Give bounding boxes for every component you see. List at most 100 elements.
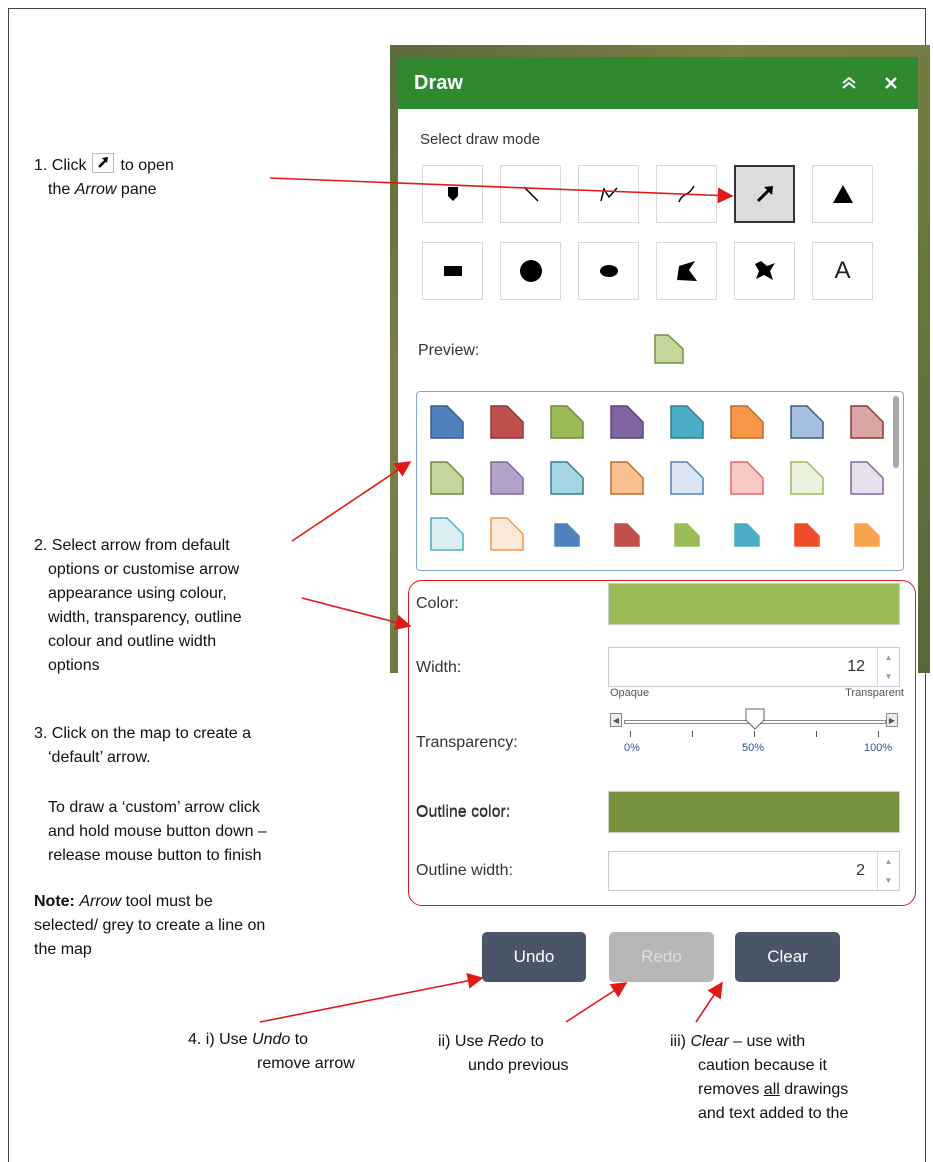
symbol-swatch[interactable] <box>549 516 585 552</box>
step3-custom-line: release mouse button to finish <box>48 847 262 864</box>
symbol-swatch[interactable] <box>669 516 705 552</box>
symbol-swatch[interactable] <box>849 460 885 496</box>
symbol-swatch[interactable] <box>729 460 765 496</box>
properties-highlight <box>408 580 916 906</box>
preview-swatch <box>654 334 684 364</box>
symbol-swatch[interactable] <box>849 404 885 440</box>
select-draw-mode-label: Select draw mode <box>420 131 541 148</box>
polygon-icon <box>676 261 697 281</box>
symbol-swatch[interactable] <box>429 404 465 440</box>
note-line: the map <box>34 941 92 958</box>
ellipse-icon <box>599 265 618 277</box>
step4iii-line: caution because it <box>698 1057 827 1074</box>
step4-redo-text: ii) Use Redo to undo previous <box>438 1030 569 1078</box>
step4iii-line: and text added to the <box>698 1105 849 1122</box>
symbol-gallery <box>416 391 904 571</box>
gallery-scrollbar[interactable] <box>893 396 899 468</box>
mode-freehand-polygon-button[interactable] <box>734 242 795 300</box>
step2-line: options <box>48 657 100 674</box>
step4-line: remove arrow <box>257 1055 355 1072</box>
panel-header: Draw <box>398 57 918 109</box>
symbol-swatch[interactable] <box>729 404 765 440</box>
step2-line: width, transparency, outline <box>48 609 242 626</box>
mode-polygon-button[interactable] <box>656 242 717 300</box>
mode-triangle-button[interactable] <box>812 165 873 223</box>
close-icon[interactable] <box>880 72 902 94</box>
step3-line: ‘default’ arrow. <box>48 749 151 766</box>
step4iii-all-word: all <box>763 1081 780 1098</box>
text-icon: A <box>834 257 851 284</box>
mode-point-button[interactable] <box>422 165 483 223</box>
redo-button[interactable]: Redo <box>609 932 714 982</box>
mode-circle-button[interactable] <box>500 242 561 300</box>
symbol-swatch[interactable] <box>609 404 645 440</box>
step2-line: appearance using colour, <box>48 585 227 602</box>
symbol-swatch[interactable] <box>489 460 525 496</box>
double-chevron-up-icon[interactable] <box>838 72 860 94</box>
step1-the: the <box>48 181 75 198</box>
mode-ellipse-button[interactable] <box>578 242 639 300</box>
polyline-icon <box>599 187 618 202</box>
arrow-icon <box>756 186 773 203</box>
step4iii-clear-word: Clear <box>690 1033 729 1050</box>
step2-line: 2. Select arrow from default <box>34 537 230 554</box>
symbol-swatch[interactable] <box>429 460 465 496</box>
step4iii-line: drawings <box>779 1081 849 1098</box>
step1-text: 1. Click to open the Arrow pane <box>34 153 174 202</box>
mode-freehand-line-button[interactable] <box>656 165 717 223</box>
step1-to-open: to open <box>120 157 174 174</box>
step4iii-rest: – use with <box>728 1033 806 1050</box>
step2-line: colour and outline width <box>48 633 217 650</box>
mode-rectangle-button[interactable] <box>422 242 483 300</box>
symbol-swatch[interactable] <box>669 460 705 496</box>
mode-line-button[interactable] <box>500 165 561 223</box>
arrow-icon <box>92 153 115 173</box>
symbol-swatch[interactable] <box>609 460 645 496</box>
symbol-swatch[interactable] <box>789 460 825 496</box>
triangle-icon <box>832 185 853 203</box>
step3-line: 3. Click on the map to create a <box>34 725 251 742</box>
step4-prefix: 4. i) Use <box>188 1031 253 1048</box>
mode-polyline-button[interactable] <box>578 165 639 223</box>
rectangle-icon <box>443 266 462 276</box>
symbol-grid <box>429 404 903 552</box>
step4ii-prefix: ii) Use <box>438 1033 488 1050</box>
panel-title: Draw <box>414 71 463 94</box>
freehand-line-icon <box>677 185 695 203</box>
line-icon <box>522 186 539 202</box>
mode-arrow-button[interactable] <box>734 165 795 223</box>
note-text: Note: Arrow tool must be selected/ grey … <box>34 890 265 962</box>
symbol-swatch[interactable] <box>789 516 825 552</box>
step4iii-line: removes <box>698 1081 764 1098</box>
step1-click: 1. Click <box>34 157 87 174</box>
clear-button[interactable]: Clear <box>735 932 840 982</box>
step3-custom-text: To draw a ‘custom’ arrow click and hold … <box>48 796 267 868</box>
point-pin-icon <box>447 187 458 201</box>
preview-label: Preview: <box>418 342 480 359</box>
circle-icon <box>519 260 542 282</box>
symbol-swatch[interactable] <box>789 404 825 440</box>
symbol-swatch[interactable] <box>549 404 585 440</box>
freehand-polygon-icon <box>754 261 775 280</box>
symbol-swatch[interactable] <box>609 516 645 552</box>
step1-pane: pane <box>116 181 157 198</box>
symbol-swatch[interactable] <box>849 516 885 552</box>
note-label: Note: <box>34 893 75 910</box>
step4ii-line: undo previous <box>468 1057 569 1074</box>
step3-custom-line: To draw a ‘custom’ arrow click <box>48 799 260 816</box>
step2-text: 2. Select arrow from default options or … <box>34 534 242 678</box>
step4-to: to <box>290 1031 309 1048</box>
step4ii-redo-word: Redo <box>487 1033 527 1050</box>
mode-text-button[interactable]: A <box>812 242 873 300</box>
step4-undo-text: 4. i) Use Undo to remove arrow <box>188 1028 355 1076</box>
note-line: selected/ grey to create a line on <box>34 917 266 934</box>
symbol-swatch[interactable] <box>489 516 525 552</box>
symbol-swatch[interactable] <box>429 516 465 552</box>
symbol-swatch[interactable] <box>729 516 765 552</box>
symbol-swatch[interactable] <box>489 404 525 440</box>
note-arrow-word: Arrow <box>79 893 122 910</box>
note-line: tool must be <box>121 893 213 910</box>
undo-button[interactable]: Undo <box>482 932 586 982</box>
symbol-swatch[interactable] <box>549 460 585 496</box>
symbol-swatch[interactable] <box>669 404 705 440</box>
